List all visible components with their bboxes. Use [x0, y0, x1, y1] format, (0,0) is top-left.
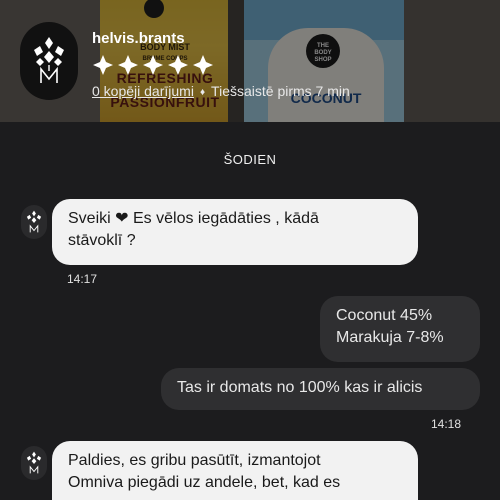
profile-avatar[interactable]	[20, 22, 78, 100]
message-text: Marakuja 7-8%	[336, 329, 444, 346]
diamond-logo-icon	[34, 37, 64, 83]
message-text: Omniva piegādi uz andele, bet, kad es	[68, 474, 341, 491]
sender-avatar[interactable]	[21, 205, 47, 239]
diamond-logo-icon	[26, 210, 42, 233]
message-text: stāvoklī ?	[68, 232, 136, 249]
diamond-star-icon	[93, 55, 113, 75]
chat-screen: BODY MIST BRUME CORPS REFRESHING PASSION…	[0, 0, 500, 500]
diamond-logo-icon	[26, 451, 42, 474]
message-text: Tas ir domats no 100% kas ir alicis	[177, 379, 423, 396]
message-bubble-incoming[interactable]: Sveiki ❤ Es vēlos iegādāties , kādā stāv…	[52, 199, 418, 265]
diamond-star-icon	[193, 55, 213, 75]
online-status: Tiešsaistē pirms 7 min	[211, 83, 350, 99]
sender-avatar[interactable]	[21, 446, 47, 480]
rating-stars	[92, 54, 214, 78]
message-text: Sveiki ❤ Es vēlos iegādāties , kādā	[68, 210, 319, 227]
message-time: 14:17	[67, 272, 98, 286]
message-text: Paldies, es gribu pasūtīt, izmantojot	[68, 452, 321, 469]
diamond-star-icon	[118, 55, 138, 75]
chat-header: BODY MIST BRUME CORPS REFRESHING PASSION…	[0, 0, 500, 122]
message-bubble-incoming[interactable]: Paldies, es gribu pasūtīt, izmantojot Om…	[52, 441, 418, 500]
day-separator: ŠODIEN	[223, 152, 277, 167]
separator: ♦	[199, 87, 206, 98]
diamond-star-icon	[143, 55, 163, 75]
message-bubble-outgoing[interactable]: Tas ir domats no 100% kas ir alicis	[161, 368, 480, 410]
message-bubble-outgoing[interactable]: Coconut 45% Marakuja 7-8%	[320, 296, 480, 362]
message-text: Coconut 45%	[336, 307, 433, 324]
diamond-star-icon	[168, 55, 188, 75]
message-time: 14:18	[431, 417, 462, 431]
user-status-line: 0 kopēji darījumi ♦ Tiešsaistē pirms 7 min	[92, 83, 350, 99]
heart-icon: ❤	[115, 210, 129, 227]
shared-deals-link[interactable]: 0 kopēji darījumi	[92, 83, 194, 99]
username[interactable]: helvis.brants	[92, 30, 185, 47]
